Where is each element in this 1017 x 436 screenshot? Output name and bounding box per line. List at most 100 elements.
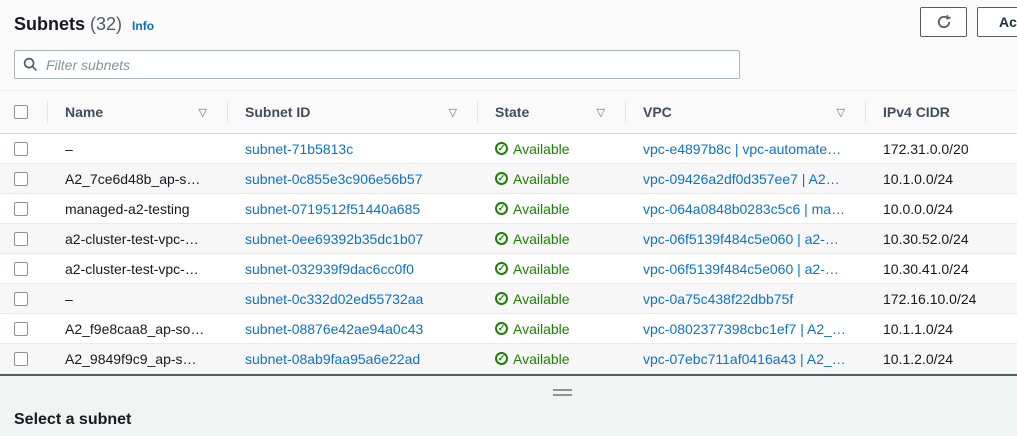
column-label: Name [65, 104, 103, 120]
row-checkbox[interactable] [14, 202, 28, 216]
drag-handle-icon[interactable] [553, 389, 572, 397]
vpc-link[interactable]: vpc-07ebc711af0416a43 | A2_… [643, 351, 846, 367]
row-checkbox-cell [0, 352, 47, 366]
status-available-icon: ✓ [495, 232, 508, 245]
vpc-link[interactable]: vpc-064a0848b0283c5c6 | ma… [643, 201, 845, 217]
subnet-id-link[interactable]: subnet-08876e42ae94a0c43 [245, 321, 423, 337]
subnet-id-link[interactable]: subnet-0c332d02ed55732aa [245, 291, 423, 307]
header-checkbox-cell [0, 91, 47, 133]
table-row[interactable]: – subnet-0c332d02ed55732aa ✓ Available v… [0, 284, 1017, 314]
subnet-state: ✓ Available [477, 141, 625, 157]
sort-icon[interactable]: ▽ [837, 106, 845, 119]
row-checkbox[interactable] [14, 232, 28, 246]
status-available-icon: ✓ [495, 262, 508, 275]
subnet-id-cell: subnet-0c855e3c906e56b57 [227, 171, 477, 187]
table-row[interactable]: – subnet-71b5813c ✓ Available vpc-e4897b… [0, 134, 1017, 164]
column-header-name[interactable]: Name ▽ [47, 91, 227, 133]
vpc-cell: vpc-06f5139f484c5e060 | a2-… [625, 261, 865, 277]
column-header-ipv4-cidr[interactable]: IPv4 CIDR [865, 91, 1017, 133]
column-header-subnet-id[interactable]: Subnet ID ▽ [227, 91, 477, 133]
subnet-id-link[interactable]: subnet-032939f9dac6cc0f0 [245, 261, 414, 277]
status-label: Available [513, 231, 570, 247]
subnet-id-link[interactable]: subnet-71b5813c [245, 141, 353, 157]
status-available-icon: ✓ [495, 322, 508, 335]
row-checkbox[interactable] [14, 292, 28, 306]
subnet-id-cell: subnet-71b5813c [227, 141, 477, 157]
subnet-id-cell: subnet-08ab9faa95a6e22ad [227, 351, 477, 367]
sort-icon[interactable]: ▽ [597, 106, 605, 119]
ipv4-cidr: 10.0.0.0/24 [865, 201, 1017, 217]
subnet-id-cell: subnet-0ee69392b35dc1b07 [227, 231, 477, 247]
subnet-id-link[interactable]: subnet-08ab9faa95a6e22ad [245, 351, 420, 367]
column-label: VPC [643, 104, 672, 120]
column-header-state[interactable]: State ▽ [477, 91, 625, 133]
table-row[interactable]: a2-cluster-test-vpc-… subnet-032939f9dac… [0, 254, 1017, 284]
row-checkbox-cell [0, 172, 47, 186]
row-checkbox-cell [0, 292, 47, 306]
vpc-link[interactable]: vpc-e4897b8c | vpc-automate… [643, 141, 841, 157]
subnet-name: A2_f9e8caa8_ap-so… [47, 321, 227, 337]
table-row[interactable]: A2_7ce6d48b_ap-s… subnet-0c855e3c906e56b… [0, 164, 1017, 194]
vpc-link[interactable]: vpc-0a75c438f22dbb75f [643, 291, 793, 307]
ipv4-cidr: 10.30.52.0/24 [865, 231, 1017, 247]
table-row[interactable]: a2-cluster-test-vpc-… subnet-0ee69392b35… [0, 224, 1017, 254]
subnet-name: a2-cluster-test-vpc-… [47, 261, 227, 277]
row-checkbox[interactable] [14, 142, 28, 156]
table-row[interactable]: managed-a2-testing subnet-0719512f51440a… [0, 194, 1017, 224]
vpc-link[interactable]: vpc-09426a2df0d357ee7 | A2… [643, 171, 840, 187]
vpc-cell: vpc-0a75c438f22dbb75f [625, 291, 865, 307]
column-label: Subnet ID [245, 104, 310, 120]
table-header: Name ▽ Subnet ID ▽ State ▽ VPC ▽ [0, 91, 1017, 134]
subnet-id-cell: subnet-0c332d02ed55732aa [227, 291, 477, 307]
subnet-id-link[interactable]: subnet-0ee69392b35dc1b07 [245, 231, 423, 247]
subnet-id-link[interactable]: subnet-0719512f51440a685 [245, 201, 420, 217]
ipv4-cidr: 10.1.1.0/24 [865, 321, 1017, 337]
actions-button[interactable]: Actions [977, 7, 1017, 37]
header-section: Subnets (32) Info Actions [0, 0, 1017, 91]
row-checkbox[interactable] [14, 352, 28, 366]
row-checkbox[interactable] [14, 322, 28, 336]
subnet-name: – [47, 141, 227, 157]
vpc-cell: vpc-07ebc711af0416a43 | A2_… [625, 351, 865, 367]
row-checkbox-cell [0, 262, 47, 276]
subnet-id-link[interactable]: subnet-0c855e3c906e56b57 [245, 171, 423, 187]
vpc-link[interactable]: vpc-0802377398cbc1ef7 | A2_… [643, 321, 846, 337]
info-link[interactable]: Info [132, 19, 154, 33]
row-checkbox[interactable] [14, 172, 28, 186]
subnet-id-cell: subnet-032939f9dac6cc0f0 [227, 261, 477, 277]
subnet-id-cell: subnet-0719512f51440a685 [227, 201, 477, 217]
subnet-state: ✓ Available [477, 351, 625, 367]
status-label: Available [513, 261, 570, 277]
sort-icon[interactable]: ▽ [449, 106, 457, 119]
select-all-checkbox[interactable] [14, 105, 28, 119]
status-label: Available [513, 201, 570, 217]
table-row[interactable]: A2_f9e8caa8_ap-so… subnet-08876e42ae94a0… [0, 314, 1017, 344]
subnet-name: a2-cluster-test-vpc-… [47, 231, 227, 247]
row-checkbox-cell [0, 232, 47, 246]
subnet-id-cell: subnet-08876e42ae94a0c43 [227, 321, 477, 337]
subnet-name: A2_9849f9c9_ap-s… [47, 351, 227, 367]
status-available-icon: ✓ [495, 352, 508, 365]
vpc-link[interactable]: vpc-06f5139f484c5e060 | a2-… [643, 261, 839, 277]
vpc-cell: vpc-06f5139f484c5e060 | a2-… [625, 231, 865, 247]
filter-subnets-input[interactable] [46, 57, 731, 73]
status-label: Available [513, 351, 570, 367]
refresh-button[interactable] [920, 7, 967, 37]
table-row[interactable]: A2_9849f9c9_ap-s… subnet-08ab9faa95a6e22… [0, 344, 1017, 374]
subnets-page: Subnets (32) Info Actions [0, 0, 1017, 436]
search-icon [23, 57, 38, 72]
sort-icon[interactable]: ▽ [199, 106, 207, 119]
subnet-name: – [47, 291, 227, 307]
ipv4-cidr: 10.1.2.0/24 [865, 351, 1017, 367]
status-available-icon: ✓ [495, 292, 508, 305]
vpc-link[interactable]: vpc-06f5139f484c5e060 | a2-… [643, 231, 839, 247]
column-header-vpc[interactable]: VPC ▽ [625, 91, 865, 133]
subnet-state: ✓ Available [477, 231, 625, 247]
title-row: Subnets (32) Info [0, 0, 1017, 35]
ipv4-cidr: 172.31.0.0/20 [865, 141, 1017, 157]
row-checkbox[interactable] [14, 262, 28, 276]
subnet-state: ✓ Available [477, 261, 625, 277]
vpc-cell: vpc-09426a2df0d357ee7 | A2… [625, 171, 865, 187]
row-checkbox-cell [0, 202, 47, 216]
page-title: Subnets [14, 14, 85, 35]
